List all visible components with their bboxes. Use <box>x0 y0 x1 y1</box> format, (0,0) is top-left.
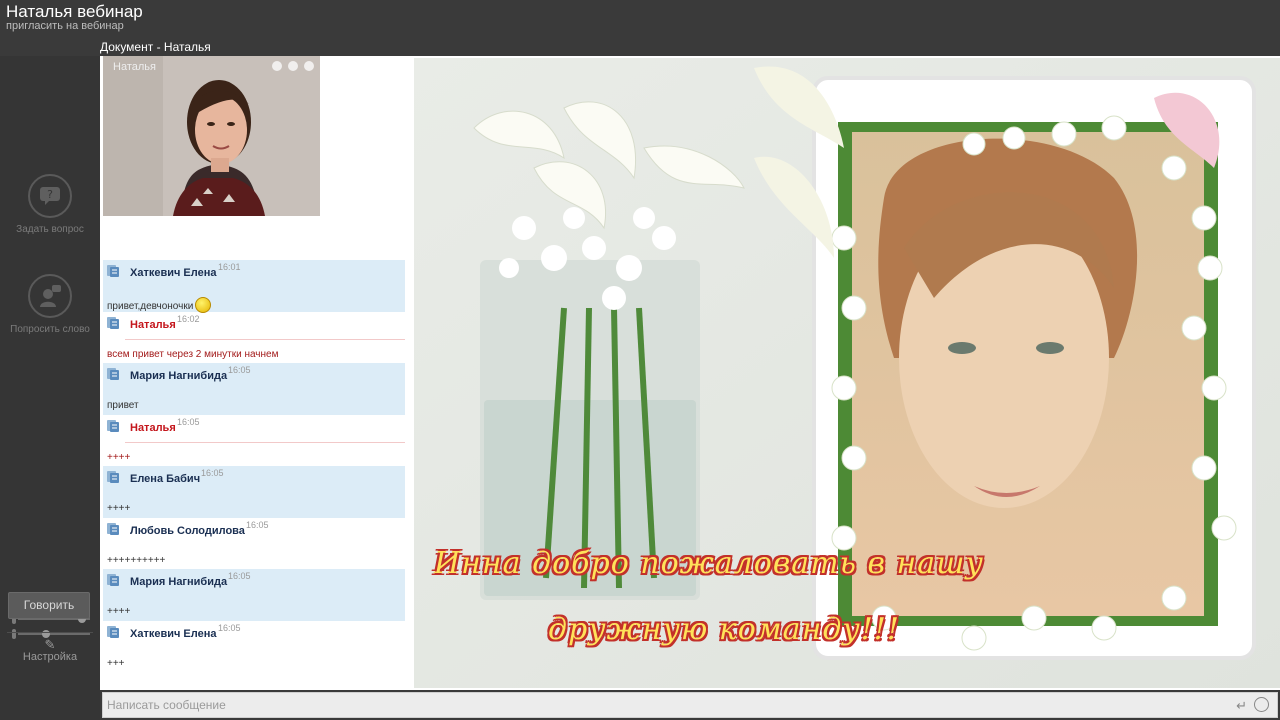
document-title: Документ - Наталья <box>100 40 211 54</box>
left-rail: ? Задать вопрос Попросить слово <box>0 56 100 720</box>
message-divider <box>125 441 405 443</box>
svg-text:?: ? <box>47 188 53 201</box>
message-text-content: привет <box>107 400 139 411</box>
message-author: Любовь Солодилова <box>130 524 245 537</box>
document-image <box>414 58 1280 688</box>
message-text: ++++ <box>107 452 130 463</box>
ask-question-label: Задать вопрос <box>16 224 84 235</box>
main-panel: Наталья Хаткевич Елена 16:01 привет,девчон… <box>100 56 1280 690</box>
speak-button[interactable]: Говорить <box>8 592 90 619</box>
chat-message: Мария Нагнибида 16:05 привет <box>103 363 405 415</box>
user-status-icon <box>106 264 120 278</box>
message-text: ++++++++++ <box>107 555 165 566</box>
question-bubble-icon: ? <box>28 174 72 218</box>
document-view: Инна добро пожаловать в нашу дружную ком… <box>414 58 1280 688</box>
webcam-presenter-image <box>103 56 320 216</box>
message-text-content: ++++ <box>107 451 131 463</box>
webinar-title: Наталья вебинар <box>6 2 143 21</box>
webcam-name: Наталья <box>113 61 156 73</box>
message-text: привет <box>107 400 139 411</box>
message-time: 16:01 <box>218 262 241 272</box>
chat-message: Хаткевич Елена 16:01 привет,девчоночки <box>103 260 405 313</box>
message-author: Наталья <box>130 318 176 331</box>
message-text-content: ++++++++++ <box>107 554 166 566</box>
user-status-icon <box>106 625 120 639</box>
message-divider <box>125 338 405 340</box>
welcome-caption-line2: дружную команду!!! <box>548 612 900 647</box>
welcome-caption-line1: Инна добро пожаловать в нашу <box>434 546 984 581</box>
user-status-icon <box>106 573 120 587</box>
message-time: 16:05 <box>218 622 241 633</box>
request-word-button[interactable]: Попросить слово <box>0 274 100 335</box>
webcam-video: Наталья <box>103 56 320 216</box>
ask-question-button[interactable]: ? Задать вопрос <box>0 174 100 235</box>
message-author: Мария Нагнибида <box>130 576 228 588</box>
message-text: ++++ <box>107 503 130 514</box>
chat-list: Хаткевич Елена 16:01 привет,девчоночки Ната… <box>103 260 405 690</box>
settings-button[interactable]: ✎ Настройка <box>0 632 100 663</box>
chat-message: Елена Бабич 16:05 ++++ <box>103 466 405 518</box>
webcam-controls <box>272 61 314 71</box>
invite-link[interactable]: пригласить на вебинар <box>6 20 124 32</box>
message-bar: ↵ <box>102 692 1278 718</box>
location-icon[interactable] <box>272 61 282 71</box>
message-author: Мария Нагнибида <box>130 370 228 382</box>
user-status-icon <box>106 367 120 381</box>
message-text: +++ <box>107 658 125 669</box>
message-text: всем привет через 2 минутки начнем <box>107 349 278 360</box>
chat-message: Мария Нагнибида 16:05 ++++ <box>103 569 405 621</box>
user-status-icon <box>106 316 120 330</box>
message-text-content: всем привет через 2 минутки начнем <box>107 348 279 360</box>
message-time: 16:05 <box>201 468 224 478</box>
message-input[interactable] <box>103 693 1223 717</box>
message-text-content: привет,девчоночки <box>107 301 194 312</box>
message-text: ++++ <box>107 606 130 617</box>
speaker-request-icon <box>28 274 72 318</box>
request-word-label: Попросить слово <box>10 324 90 335</box>
message-author: Наталья <box>130 421 176 434</box>
message-time: 16:05 <box>246 519 269 530</box>
message-text-content: +++ <box>107 657 125 669</box>
chat-message: Наталья 16:02 всем привет через 2 минутки … <box>103 312 405 364</box>
settings-icon: ✎ <box>44 637 56 652</box>
message-text-content: ++++ <box>107 606 131 617</box>
chat-message: Наталья 16:05 ++++ <box>103 415 405 467</box>
message-author: Хаткевич Елена <box>130 267 217 279</box>
user-status-icon <box>106 522 120 536</box>
chat-message: Любовь Солодилова 16:05 ++++++++++ <box>103 518 405 570</box>
message-time: 16:05 <box>177 416 200 427</box>
settings-circle-icon[interactable] <box>304 61 314 71</box>
message-time: 16:02 <box>177 313 200 324</box>
enter-icon[interactable]: ↵ <box>1236 698 1247 714</box>
user-status-icon <box>106 470 120 484</box>
chat-message: Хаткевич Елена 16:05 +++ <box>103 621 405 673</box>
message-author: Елена Бабич <box>130 473 201 485</box>
message-time: 16:05 <box>228 571 251 581</box>
volume-icon[interactable] <box>288 61 298 71</box>
emoji-icon[interactable] <box>1254 697 1269 712</box>
settings-label: Настройка <box>22 651 78 663</box>
message-author: Хаткевич Елена <box>130 627 217 640</box>
user-status-icon <box>106 419 120 433</box>
message-time: 16:05 <box>228 365 251 375</box>
message-text-content: ++++ <box>107 503 131 514</box>
